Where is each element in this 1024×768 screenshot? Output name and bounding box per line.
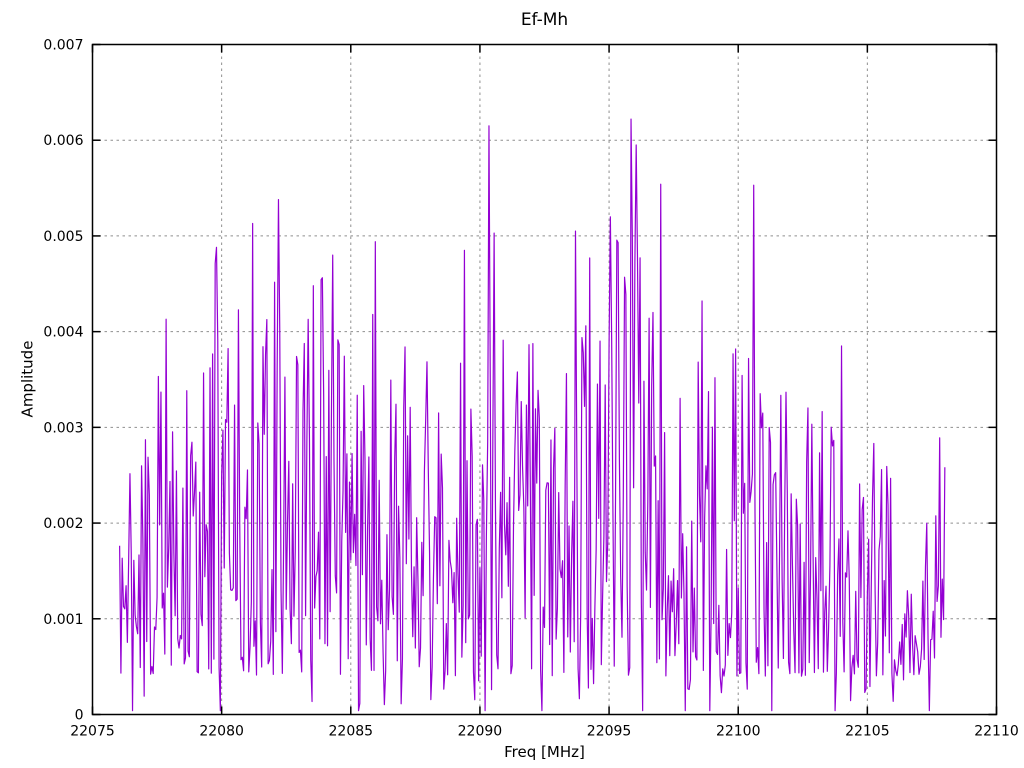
y-tick-label: 0.006 xyxy=(43,133,83,149)
series-line-ef-mh xyxy=(119,118,946,712)
y-tick-label: 0.002 xyxy=(43,516,83,532)
y-tick-label: 0.004 xyxy=(43,325,83,341)
x-tick-label: 22085 xyxy=(329,724,374,740)
y-tick-label: 0.003 xyxy=(43,420,83,436)
x-tick-label: 22110 xyxy=(974,724,1019,740)
y-tick-label: 0.005 xyxy=(43,229,83,245)
x-tick-label: 22080 xyxy=(199,724,244,740)
x-tick-label: 22100 xyxy=(716,724,761,740)
plot-area: 22075 22080 22085 22090 22095 22100 22105 22110… xyxy=(43,38,1019,740)
y-tick-label: 0 xyxy=(75,708,84,724)
x-tick-label: 22105 xyxy=(845,724,890,740)
x-tick-label: 22075 xyxy=(70,724,115,740)
x-tick-label: 22090 xyxy=(458,724,503,740)
y-tick-label: 0.007 xyxy=(43,38,83,54)
x-tick-label: 22095 xyxy=(587,724,632,740)
chart-page: Ef-Mh Amplitude Freq [MHz] 22075 22080 220… xyxy=(0,0,1024,768)
y-tick-label: 0.001 xyxy=(43,612,83,628)
